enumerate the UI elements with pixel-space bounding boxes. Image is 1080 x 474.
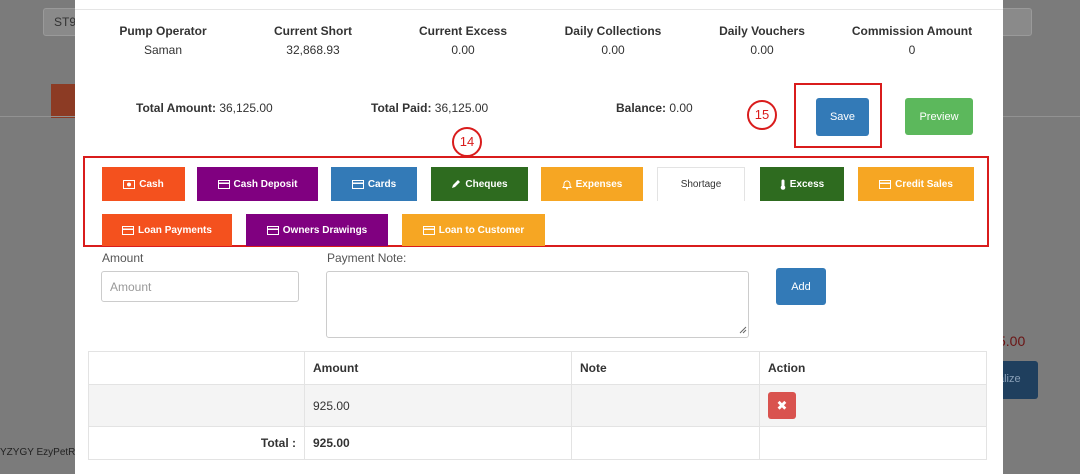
balance-value: 0.00 <box>669 101 693 115</box>
table-header-blank <box>88 351 305 385</box>
total-amount-label: Total Amount: <box>136 101 216 115</box>
table-cell-amount: 925.00 <box>304 384 572 427</box>
table-header-action: Action <box>759 351 987 385</box>
tab-loan-to-customer[interactable]: Loan to Customer <box>402 214 545 246</box>
resize-grip-icon[interactable] <box>739 326 747 334</box>
tab-shortage-label: Shortage <box>680 179 722 190</box>
card-icon <box>879 179 892 189</box>
daily-vouchers-value: 0.00 <box>750 43 774 57</box>
card-icon <box>351 179 364 189</box>
add-button[interactable]: Add <box>776 268 826 305</box>
total-amount: Total Amount: 36,125.00 <box>136 101 273 115</box>
table-header-amount: Amount <box>304 351 572 385</box>
total-paid-value: 36,125.00 <box>434 101 489 115</box>
pump-operator-col: Pump Operator Saman <box>88 24 238 57</box>
tab-cash[interactable]: Cash <box>102 167 185 201</box>
close-icon: ✖ <box>776 398 788 413</box>
modal-header-edge <box>75 0 1003 10</box>
annotation-marker-14: 14 <box>452 127 482 157</box>
daily-vouchers-col: Daily Vouchers 0.00 <box>687 24 837 57</box>
tab-owners-drawings[interactable]: Owners Drawings <box>246 214 388 246</box>
tab-cards-label: Cards <box>367 178 397 190</box>
tab-cash-deposit[interactable]: Cash Deposit <box>197 167 318 201</box>
annotation-marker-15: 15 <box>747 100 777 130</box>
card-icon <box>122 225 135 235</box>
save-button[interactable]: Save <box>816 98 869 136</box>
table-total-row: Total : 925.00 <box>88 426 987 460</box>
total-amount-value: 36,125.00 <box>219 101 273 115</box>
tab-shortage[interactable]: Shortage <box>657 167 745 201</box>
background-input-right <box>998 8 1032 36</box>
tab-expenses[interactable]: Expenses <box>541 167 643 201</box>
tab-excess[interactable]: Excess <box>760 167 844 201</box>
background-divider-right <box>1003 116 1080 117</box>
pump-operator-label: Pump Operator <box>119 24 207 38</box>
daily-collections-value: 0.00 <box>601 43 625 57</box>
current-short-col: Current Short 32,868.93 <box>238 24 388 57</box>
payment-note-label: Payment Note: <box>327 251 407 265</box>
current-excess-label: Current Excess <box>418 24 508 38</box>
pump-operator-value: Saman <box>143 43 183 57</box>
background-red-button <box>51 84 76 118</box>
pencil-icon <box>452 180 461 188</box>
table-cell-blank <box>88 384 305 427</box>
tab-cash-deposit-label: Cash Deposit <box>233 178 298 190</box>
table-cell-note <box>571 384 760 427</box>
table-total-empty <box>571 426 760 460</box>
current-excess-value: 0.00 <box>451 43 475 57</box>
balance-label: Balance: <box>616 101 667 115</box>
tab-expenses-label: Expenses <box>575 178 623 190</box>
current-excess-col: Current Excess 0.00 <box>388 24 538 57</box>
tab-excess-label: Excess <box>789 178 825 190</box>
commission-amount-col: Commission Amount 0 <box>837 24 987 57</box>
preview-button[interactable]: Preview <box>905 98 973 135</box>
tab-cards[interactable]: Cards <box>331 167 417 201</box>
tab-loan-payments-label: Loan Payments <box>138 224 212 236</box>
card-icon <box>266 225 279 235</box>
current-short-value: 32,868.93 <box>286 43 340 57</box>
daily-collections-col: Daily Collections 0.00 <box>538 24 688 57</box>
payments-table: Amount Note Action 925.00 ✖ Total : 925.… <box>88 351 987 460</box>
table-total-label: Total : <box>88 426 305 460</box>
card-icon <box>217 179 230 189</box>
table-total-value: 925.00 <box>304 426 572 460</box>
summary-row: Pump Operator Saman Current Short 32,868… <box>75 24 1003 64</box>
balance: Balance: 0.00 <box>616 101 693 115</box>
commission-amount-value: 0 <box>908 43 916 57</box>
delete-row-button[interactable]: ✖ <box>768 392 796 419</box>
daily-collections-label: Daily Collections <box>564 24 662 38</box>
commission-amount-label: Commission Amount <box>851 24 973 38</box>
tab-loan-payments[interactable]: Loan Payments <box>102 214 232 246</box>
table-header-row: Amount Note Action <box>88 351 987 385</box>
current-short-label: Current Short <box>274 24 352 38</box>
amount-input[interactable] <box>101 271 299 302</box>
total-paid-label: Total Paid: <box>371 101 432 115</box>
table-header-note: Note <box>571 351 760 385</box>
tab-loan-to-customer-label: Loan to Customer <box>438 224 525 236</box>
table-cell-action: ✖ <box>759 384 987 427</box>
card-icon <box>422 225 435 235</box>
settlement-modal: Pump Operator Saman Current Short 32,868… <box>75 0 1003 474</box>
background-finalize-button: alize <box>998 361 1038 399</box>
money-icon <box>123 179 136 189</box>
tab-cheques[interactable]: Cheques <box>431 167 528 201</box>
total-paid: Total Paid: 36,125.00 <box>371 101 488 115</box>
table-row: 925.00 ✖ <box>88 384 987 427</box>
tab-credit-sales[interactable]: Credit Sales <box>858 167 974 201</box>
tab-credit-sales-label: Credit Sales <box>895 178 953 190</box>
bell-icon <box>561 180 572 190</box>
daily-vouchers-label: Daily Vouchers <box>719 24 805 38</box>
thermometer-icon <box>780 179 786 190</box>
tab-owners-drawings-label: Owners Drawings <box>282 224 368 236</box>
tab-cash-label: Cash <box>139 178 164 190</box>
amount-label: Amount <box>102 251 144 265</box>
payment-note-textarea[interactable] <box>326 271 749 338</box>
table-total-empty-action <box>759 426 987 460</box>
tab-cheques-label: Cheques <box>465 178 508 190</box>
background-divider-left <box>0 116 75 117</box>
